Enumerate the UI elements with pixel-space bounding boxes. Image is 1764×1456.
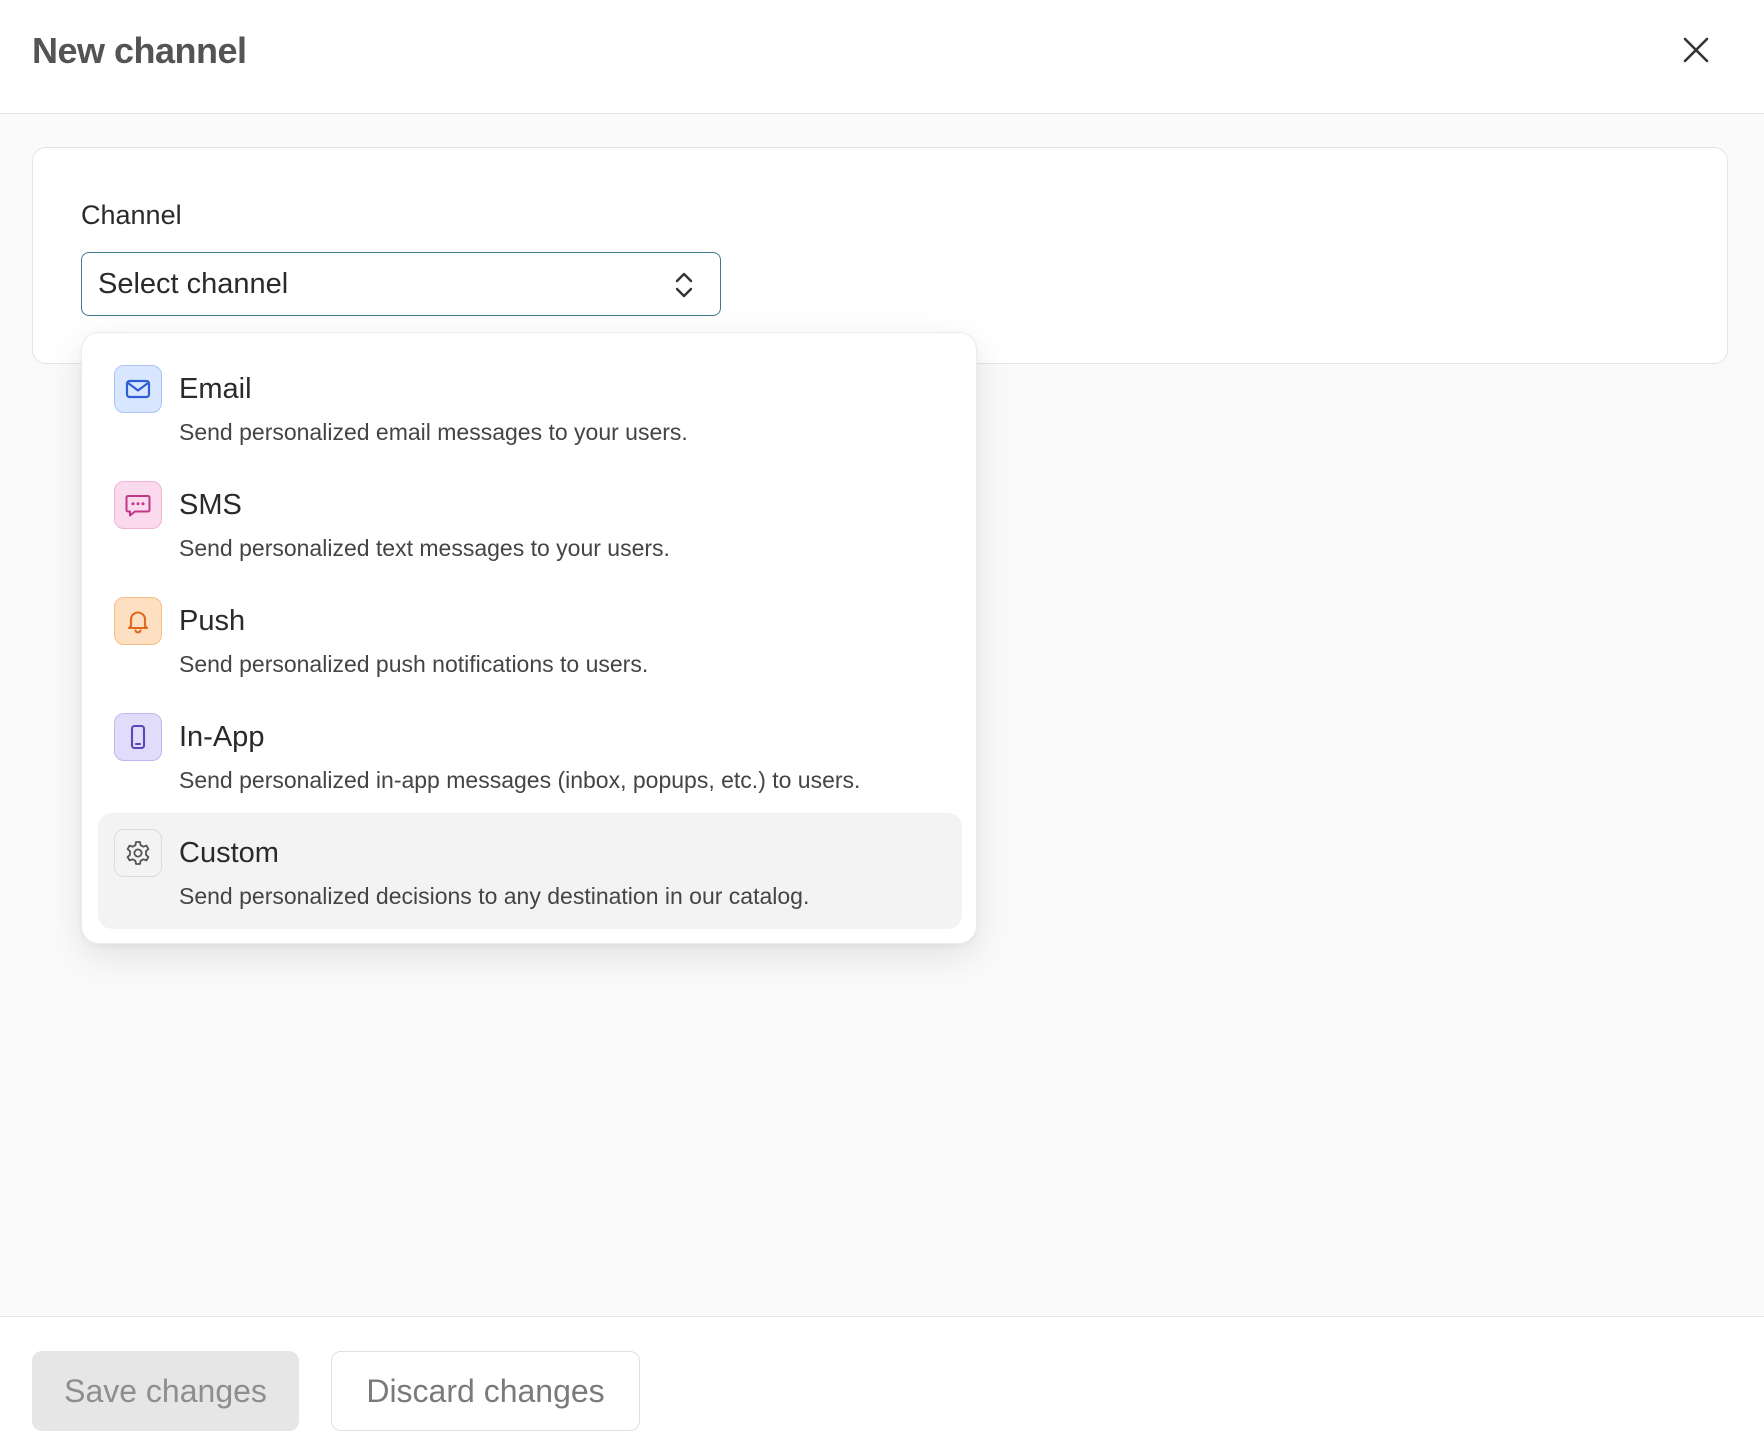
discard-changes-button[interactable]: Discard changes (331, 1351, 640, 1431)
phone-icon (130, 724, 146, 750)
option-title: Push (179, 605, 246, 637)
channel-option-in-app[interactable]: In-App Send personalized in-app messages… (98, 697, 962, 813)
channel-option-push[interactable]: Push Send personalized push notification… (98, 581, 962, 697)
footer: Save changes Discard changes (0, 1316, 1764, 1456)
option-description: Send personalized decisions to any desti… (179, 883, 810, 909)
option-title: In-App (179, 721, 265, 753)
bell-icon (127, 611, 149, 634)
channel-label: Channel (81, 200, 182, 230)
in-app-icon-badge (114, 713, 162, 761)
option-title: Email (179, 373, 252, 405)
mail-icon (125, 379, 151, 399)
email-icon-badge (114, 365, 162, 413)
message-icon (125, 495, 151, 517)
close-button[interactable] (1674, 28, 1718, 72)
close-icon (1683, 37, 1709, 63)
header: New channel (0, 0, 1764, 114)
option-title: SMS (179, 489, 242, 521)
push-icon-badge (114, 597, 162, 645)
channel-select[interactable]: Select channel (81, 252, 721, 316)
custom-icon-badge (114, 829, 162, 877)
sms-icon-badge (114, 481, 162, 529)
channel-option-sms[interactable]: SMS Send personalized text messages to y… (98, 465, 962, 581)
gear-icon (126, 841, 150, 865)
chevron-up-down-icon (675, 272, 693, 298)
new-channel-page: New channel Channel Select channel Email… (0, 0, 1764, 1456)
channel-dropdown-menu: Email Send personalized email messages t… (81, 332, 977, 944)
option-description: Send personalized push notifications to … (179, 651, 649, 677)
channel-option-custom[interactable]: Custom Send personalized decisions to an… (98, 813, 962, 929)
save-changes-button[interactable]: Save changes (32, 1351, 299, 1431)
channel-option-email[interactable]: Email Send personalized email messages t… (98, 349, 962, 465)
channel-select-value: Select channel (98, 267, 289, 300)
page-title: New channel (32, 30, 247, 71)
option-title: Custom (179, 837, 279, 869)
option-description: Send personalized email messages to your… (179, 419, 688, 445)
option-description: Send personalized text messages to your … (179, 535, 670, 561)
option-description: Send personalized in-app messages (inbox… (179, 767, 861, 793)
